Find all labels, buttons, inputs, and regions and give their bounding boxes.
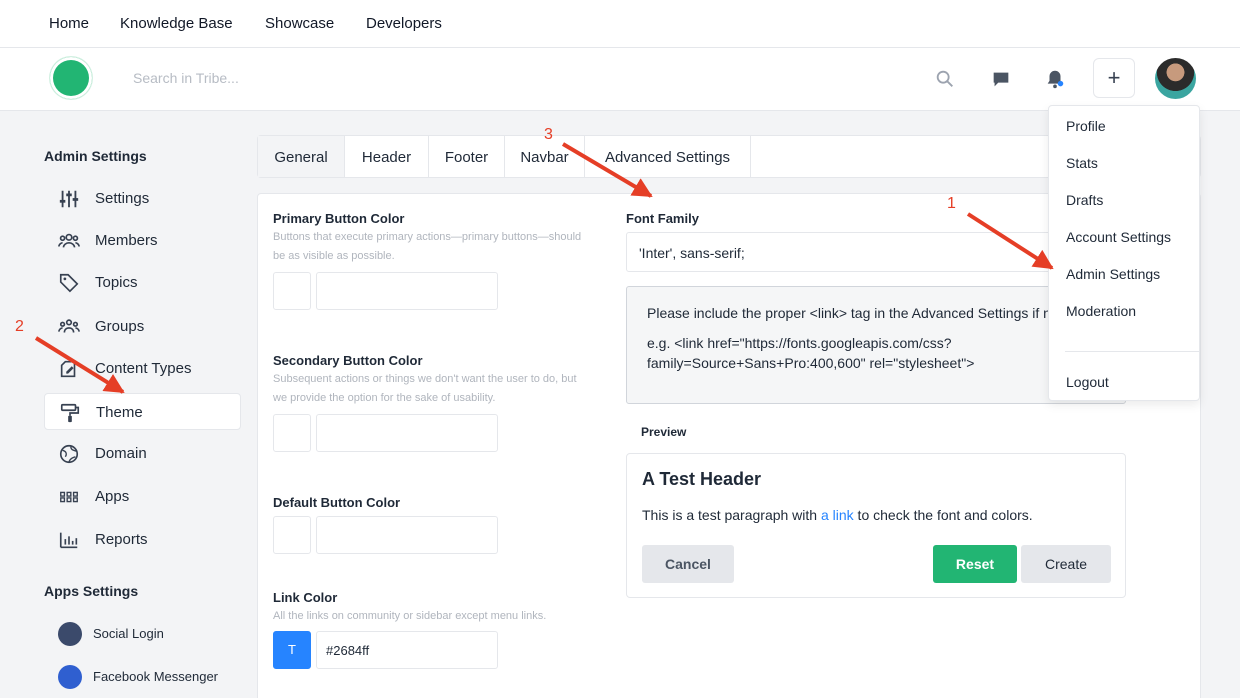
menu-divider	[1065, 351, 1199, 352]
admin-settings-heading: Admin Settings	[44, 148, 147, 164]
app-item-facebook-messenger[interactable]: Facebook Messenger	[58, 663, 248, 691]
tab-header[interactable]: Header	[345, 136, 429, 177]
link-color-input[interactable]: #2684ff	[316, 631, 498, 669]
app-item-label: Facebook Messenger	[93, 669, 219, 684]
messenger-icon	[58, 665, 82, 689]
menu-item-moderation[interactable]: Moderation	[1066, 303, 1136, 319]
sidebar-item-label: Apps	[95, 488, 130, 505]
menu-item-drafts[interactable]: Drafts	[1066, 192, 1103, 208]
sidebar-item-theme[interactable]: Theme	[44, 393, 241, 430]
default-color-input[interactable]	[316, 516, 498, 554]
sidebar-item-members[interactable]: Members	[44, 222, 241, 259]
chat-icon[interactable]	[990, 68, 1012, 90]
primary-color-label: Primary Button Color	[273, 211, 405, 226]
primary-color-description: Buttons that execute primary actions—pri…	[273, 231, 582, 262]
sidebar-item-label: Topics	[95, 274, 138, 291]
app-item-social-login[interactable]: Social Login	[58, 620, 248, 648]
search-input[interactable]: Search in Tribe...	[133, 70, 239, 86]
sidebar-item-label: Settings	[95, 190, 150, 207]
search-icon[interactable]	[934, 68, 956, 90]
cancel-button[interactable]: Cancel	[642, 545, 734, 583]
bar-chart-icon	[59, 532, 78, 549]
sidebar-item-label: Groups	[95, 318, 145, 335]
sidebar-item-label: Theme	[96, 404, 143, 421]
preview-text: This is a test paragraph with	[642, 507, 821, 523]
sidebar-item-content-types[interactable]: Content Types	[44, 350, 241, 387]
user-dropdown-menu: Profile Stats Drafts Account Settings Ad…	[1048, 105, 1200, 401]
menu-item-admin-settings[interactable]: Admin Settings	[1066, 266, 1160, 282]
avatar[interactable]	[1155, 58, 1196, 99]
sliders-icon	[59, 190, 79, 208]
preview-card: A Test Header This is a test paragraph w…	[626, 453, 1126, 598]
annotation-number-3: 3	[544, 126, 553, 143]
sidebar-item-apps[interactable]: Apps	[44, 478, 241, 515]
globe-icon	[59, 444, 79, 464]
nav-developers[interactable]: Developers	[366, 15, 442, 32]
default-color-swatch[interactable]	[273, 516, 311, 554]
primary-color-swatch[interactable]	[273, 272, 311, 310]
default-color-label: Default Button Color	[273, 495, 401, 510]
nav-home[interactable]: Home	[49, 15, 89, 32]
menu-item-logout[interactable]: Logout	[1066, 374, 1109, 390]
sidebar-item-reports[interactable]: Reports	[44, 521, 241, 558]
add-button[interactable]: +	[1093, 58, 1135, 98]
secondary-color-label: Secondary Button Color	[273, 353, 423, 368]
preview-label: Preview	[641, 425, 687, 439]
link-color-description: All the links on community or sidebar ex…	[273, 610, 547, 622]
app-header: Search in Tribe... +	[0, 48, 1240, 111]
preview-link[interactable]: a link	[821, 507, 854, 523]
app-item-label: Social Login	[93, 626, 164, 641]
sidebar-item-label: Domain	[95, 445, 147, 462]
edit-icon	[60, 360, 76, 378]
annotation-number-1: 1	[947, 195, 956, 212]
tag-icon	[59, 273, 79, 293]
sidebar-item-groups[interactable]: Groups	[44, 308, 241, 345]
tab-footer[interactable]: Footer	[429, 136, 505, 177]
annotation-number-2: 2	[15, 318, 24, 335]
menu-item-profile[interactable]: Profile	[1066, 118, 1106, 134]
sidebar-item-label: Content Types	[95, 360, 192, 377]
groups-icon	[58, 319, 80, 333]
paint-roller-icon	[60, 403, 80, 423]
link-color-swatch[interactable]: T	[273, 631, 311, 669]
font-note-text: Please include the proper <link> tag in …	[647, 305, 1094, 321]
sidebar-item-domain[interactable]: Domain	[44, 435, 241, 472]
tab-advanced-settings[interactable]: Advanced Settings	[585, 136, 751, 177]
preview-text: to check the font and colors.	[853, 507, 1033, 523]
sidebar-item-label: Reports	[95, 531, 148, 548]
users-icon	[58, 233, 80, 248]
primary-color-input[interactable]	[316, 272, 498, 310]
bell-icon[interactable]	[1044, 68, 1066, 90]
grid-icon	[60, 491, 78, 503]
nav-showcase[interactable]: Showcase	[265, 15, 334, 32]
sidebar-item-label: Members	[95, 232, 158, 249]
create-button[interactable]: Create	[1021, 545, 1111, 583]
top-nav: Home Knowledge Base Showcase Developers	[0, 0, 1240, 48]
reset-button[interactable]: Reset	[933, 545, 1017, 583]
tab-general[interactable]: General	[258, 136, 345, 177]
preview-paragraph: This is a test paragraph with a link to …	[642, 507, 1033, 523]
sidebar-item-settings[interactable]: Settings	[44, 180, 241, 217]
apps-settings-heading: Apps Settings	[44, 583, 139, 599]
secondary-color-description: Subsequent actions or things we don't wa…	[273, 373, 577, 404]
font-note-example: e.g. <link href="https://fonts.googleapi…	[647, 335, 975, 371]
social-login-icon	[58, 622, 82, 646]
secondary-color-input[interactable]	[316, 414, 498, 452]
link-color-label: Link Color	[273, 590, 338, 605]
preview-title: A Test Header	[642, 469, 762, 489]
menu-item-account-settings[interactable]: Account Settings	[1066, 229, 1171, 245]
sidebar-item-topics[interactable]: Topics	[44, 264, 241, 301]
font-family-label: Font Family	[626, 211, 699, 226]
nav-knowledge-base[interactable]: Knowledge Base	[120, 15, 233, 32]
menu-item-stats[interactable]: Stats	[1066, 155, 1098, 171]
logo[interactable]	[50, 57, 92, 99]
secondary-color-swatch[interactable]	[273, 414, 311, 452]
